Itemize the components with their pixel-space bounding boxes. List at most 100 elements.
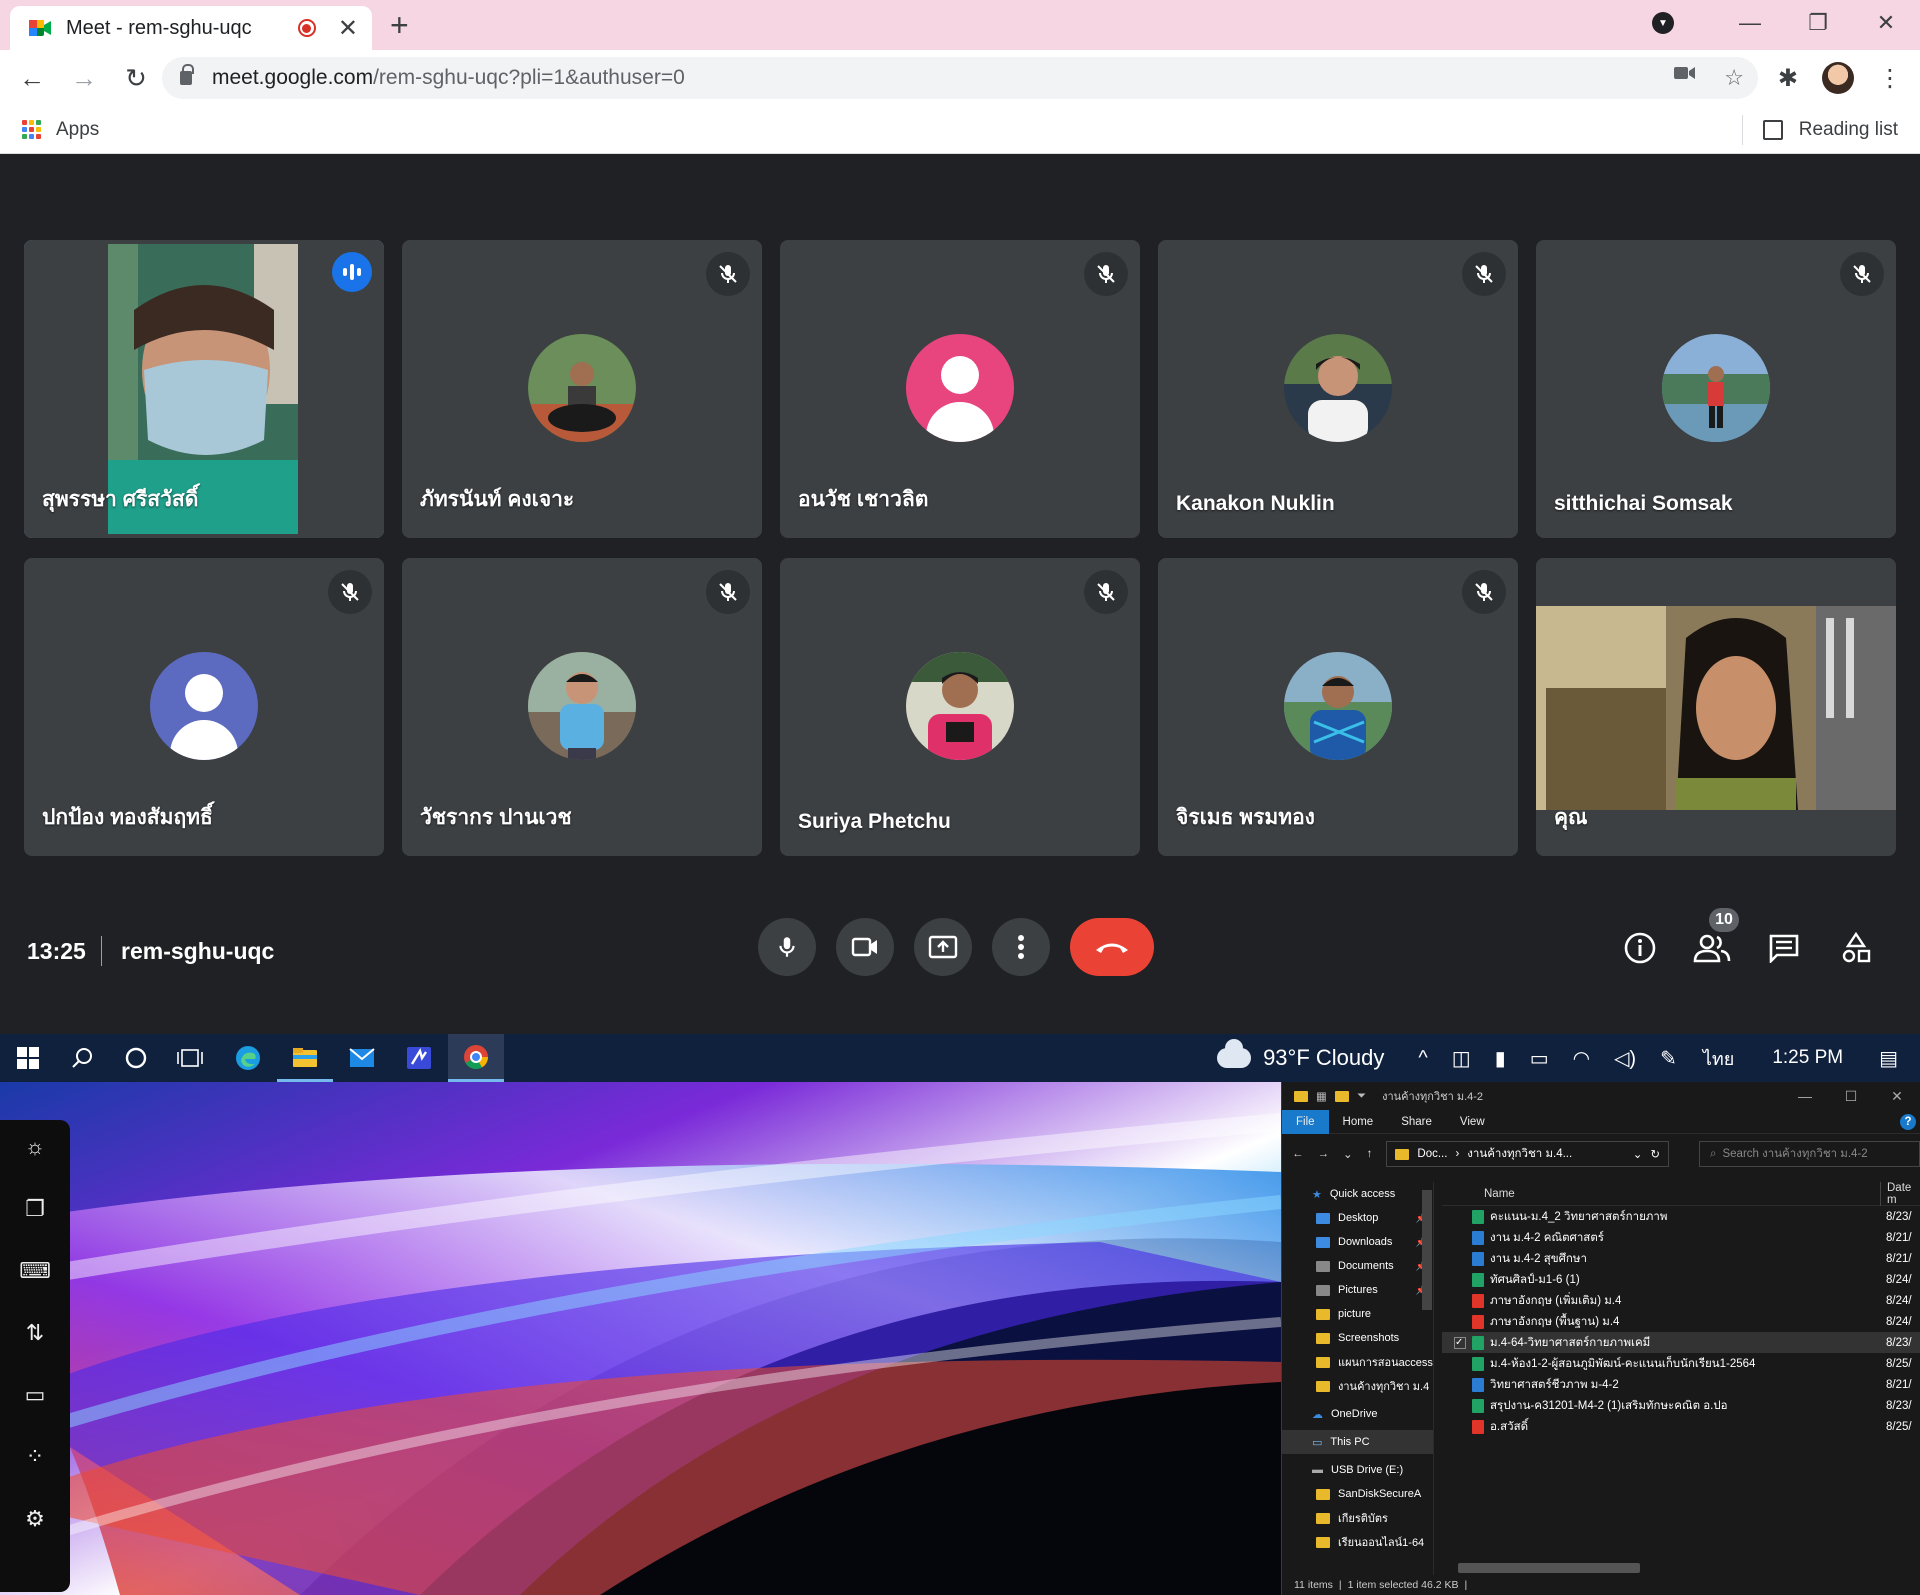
app-switcher-icon[interactable]: ❐ [20,1196,50,1222]
nav-quick-access[interactable]: ★ Quick access [1282,1182,1433,1206]
column-date[interactable]: Date m [1880,1181,1920,1206]
lock-icon[interactable] [180,64,194,85]
path-segment-documents[interactable]: Doc... [1417,1148,1447,1160]
camera-in-use-icon[interactable] [1674,65,1696,81]
pen-icon[interactable]: ✎ [1660,1046,1677,1071]
edge-browser-icon[interactable] [220,1034,276,1082]
activities-button[interactable] [1836,930,1876,966]
file-row[interactable]: ภาษาอังกฤษ (เพิ่มเติม) ม.4 8/24/ [1442,1290,1920,1311]
quick-access-dropdown-icon[interactable]: ⏷ [1357,1090,1366,1103]
nav-folder[interactable]: Screenshots [1282,1326,1433,1350]
file-row[interactable]: ภาษาอังกฤษ (พื้นฐาน) ม.4 8/24/ [1442,1311,1920,1332]
battery-icon[interactable]: ▭ [1530,1046,1549,1071]
app-grid-icon[interactable]: ⁘ [20,1444,50,1470]
nav-folder[interactable]: SanDiskSecureA [1282,1482,1433,1506]
close-tab-icon[interactable]: ✕ [338,14,358,43]
participant-tile[interactable]: จิรเมธ พรมทอง [1158,558,1518,856]
forward-icon[interactable]: → [64,63,104,94]
help-icon[interactable]: ? [1900,1113,1916,1130]
new-folder-icon[interactable] [1334,1090,1349,1102]
browser-tab-meet[interactable]: Meet - rem-sghu-uqc ✕ [10,6,372,50]
nav-downloads[interactable]: Downloads📌 [1282,1230,1433,1254]
nav-scrollbar[interactable] [1422,1190,1432,1310]
profile-avatar[interactable] [1822,62,1854,94]
myasus-icon[interactable] [391,1034,447,1082]
settings-gear-icon[interactable]: ⚙ [20,1506,50,1532]
ribbon-tab-file[interactable]: File [1282,1109,1329,1134]
restore-button[interactable]: ❐ [1784,10,1852,36]
refresh-icon[interactable]: ↻ [1650,1147,1660,1161]
explorer-minimize-button[interactable]: — [1782,1082,1828,1110]
action-center-icon[interactable]: ▤ [1879,1046,1898,1071]
reload-icon[interactable]: ↻ [116,63,156,94]
search-icon[interactable] [54,1034,110,1082]
screen-swap-icon[interactable]: ⇅ [20,1320,50,1346]
start-button[interactable] [0,1034,56,1082]
participant-tile[interactable]: ปกป้อง ทองสัมฤทธิ์ [24,558,384,856]
weather-widget[interactable]: 93°F Cloudy [1217,1039,1384,1071]
ribbon-tab-share[interactable]: Share [1387,1110,1446,1134]
nav-pictures[interactable]: Pictures📌 [1282,1278,1433,1302]
file-row[interactable]: สรุปงาน-ค31201-M4-2 (1)เสริมทักษะคณิต อ.… [1442,1395,1920,1416]
meeting-details-button[interactable] [1620,930,1660,966]
nav-usb-drive[interactable]: ▬ USB Drive (E:) [1282,1458,1433,1482]
participant-tile[interactable]: อนวัช เชาวลิต [780,240,1140,538]
cortana-icon[interactable] [108,1034,164,1082]
explorer-back-icon[interactable]: ← [1292,1148,1304,1160]
nav-folder[interactable]: เรียนออนไลน์1-64 [1282,1530,1433,1554]
extensions-icon[interactable]: ✱ [1778,64,1798,93]
participant-tile[interactable]: สุพรรษา ศรีสวัสดิ์ [24,240,384,538]
new-tab-button[interactable]: + [390,9,409,41]
volume-icon[interactable]: ◁) [1614,1046,1636,1071]
explorer-search-field[interactable]: ⌕ Search งานค้างทุกวิชา ม.4-2 [1699,1141,1920,1167]
participant-tile[interactable]: ภัทรนันท์ คงเจาะ [402,240,762,538]
path-dropdown-icon[interactable]: ⌄ [1633,1147,1643,1161]
properties-icon[interactable]: ▦ [1316,1089,1327,1103]
nav-desktop[interactable]: Desktop📌 [1282,1206,1433,1230]
camera-button[interactable] [836,918,894,976]
task-view-icon[interactable] [162,1034,218,1082]
file-explorer-icon[interactable] [277,1034,333,1082]
file-row[interactable]: ทัศนศิลป์-ม1-6 (1) 8/24/ [1442,1269,1920,1290]
taskbar-clock[interactable]: 1:25 PM [1772,1047,1843,1069]
nav-folder[interactable]: เกียรติบัตร [1282,1506,1433,1530]
nav-folder[interactable]: งานค้างทุกวิชา ม.4 [1282,1374,1433,1398]
present-screen-button[interactable] [914,918,972,976]
leave-call-button[interactable] [1070,918,1154,976]
participant-tile-self[interactable]: คุณ [1536,558,1896,856]
input-language[interactable]: ไทย [1703,1044,1734,1073]
bookmark-star-icon[interactable]: ☆ [1724,65,1744,91]
file-row[interactable]: วิทยาศาสตร์ชีวภาพ ม-4-2 8/21/ [1442,1374,1920,1395]
close-window-button[interactable]: ✕ [1852,10,1920,36]
more-options-button[interactable] [992,918,1050,976]
file-row[interactable]: งาน ม.4-2 คณิตศาสตร์ 8/21/ [1442,1227,1920,1248]
file-checkbox[interactable]: ✓ [1454,1336,1466,1349]
nav-onedrive[interactable]: ☁ OneDrive [1282,1402,1433,1426]
file-row[interactable]: คะแนน-ม.4_2 วิทยาศาสตร์กายภาพ 8/23/ [1442,1206,1920,1227]
file-list-horizontal-scrollbar[interactable] [1458,1563,1640,1573]
participant-tile[interactable]: Kanakon Nuklin [1158,240,1518,538]
recent-locations-icon[interactable]: ⌄ [1343,1147,1353,1161]
mail-icon[interactable] [334,1034,390,1082]
back-icon[interactable]: ← [12,63,52,94]
address-bar[interactable]: meet.google.com/rem-sghu-uqc?pli=1&authu… [162,57,1758,99]
ribbon-tab-home[interactable]: Home [1329,1110,1388,1134]
webcam-icon[interactable]: ◫ [1452,1046,1471,1071]
file-row[interactable]: อ.สวัสดิ์ 8/25/ [1442,1416,1920,1437]
nav-documents[interactable]: Documents📌 [1282,1254,1433,1278]
nav-this-pc[interactable]: ▭ This PC [1282,1430,1433,1454]
file-row[interactable]: ม.4-ห้อง1-2-ผู้สอนภูมิพัฒน์-คะแนนเก็บนัก… [1442,1353,1920,1374]
nav-folder[interactable]: แผนการสอนaccess [1282,1350,1433,1374]
explorer-maximize-button[interactable]: ☐ [1828,1082,1874,1110]
show-hidden-icons-icon[interactable]: ^ [1418,1047,1427,1070]
chrome-taskbar-icon[interactable] [448,1034,504,1082]
microphone-button[interactable] [758,918,816,976]
brightness-icon[interactable]: ☼ [20,1134,50,1160]
up-folder-icon[interactable]: ↑ [1367,1148,1373,1160]
microphone-tray-icon[interactable]: ▮ [1495,1046,1506,1071]
laptop-icon[interactable]: ▭ [20,1382,50,1408]
participant-tile[interactable]: sitthichai Somsak [1536,240,1896,538]
keyboard-icon[interactable]: ⌨ [19,1258,51,1284]
minimize-button[interactable]: — [1716,10,1784,36]
reading-list-button[interactable]: Reading list [1741,114,1898,145]
